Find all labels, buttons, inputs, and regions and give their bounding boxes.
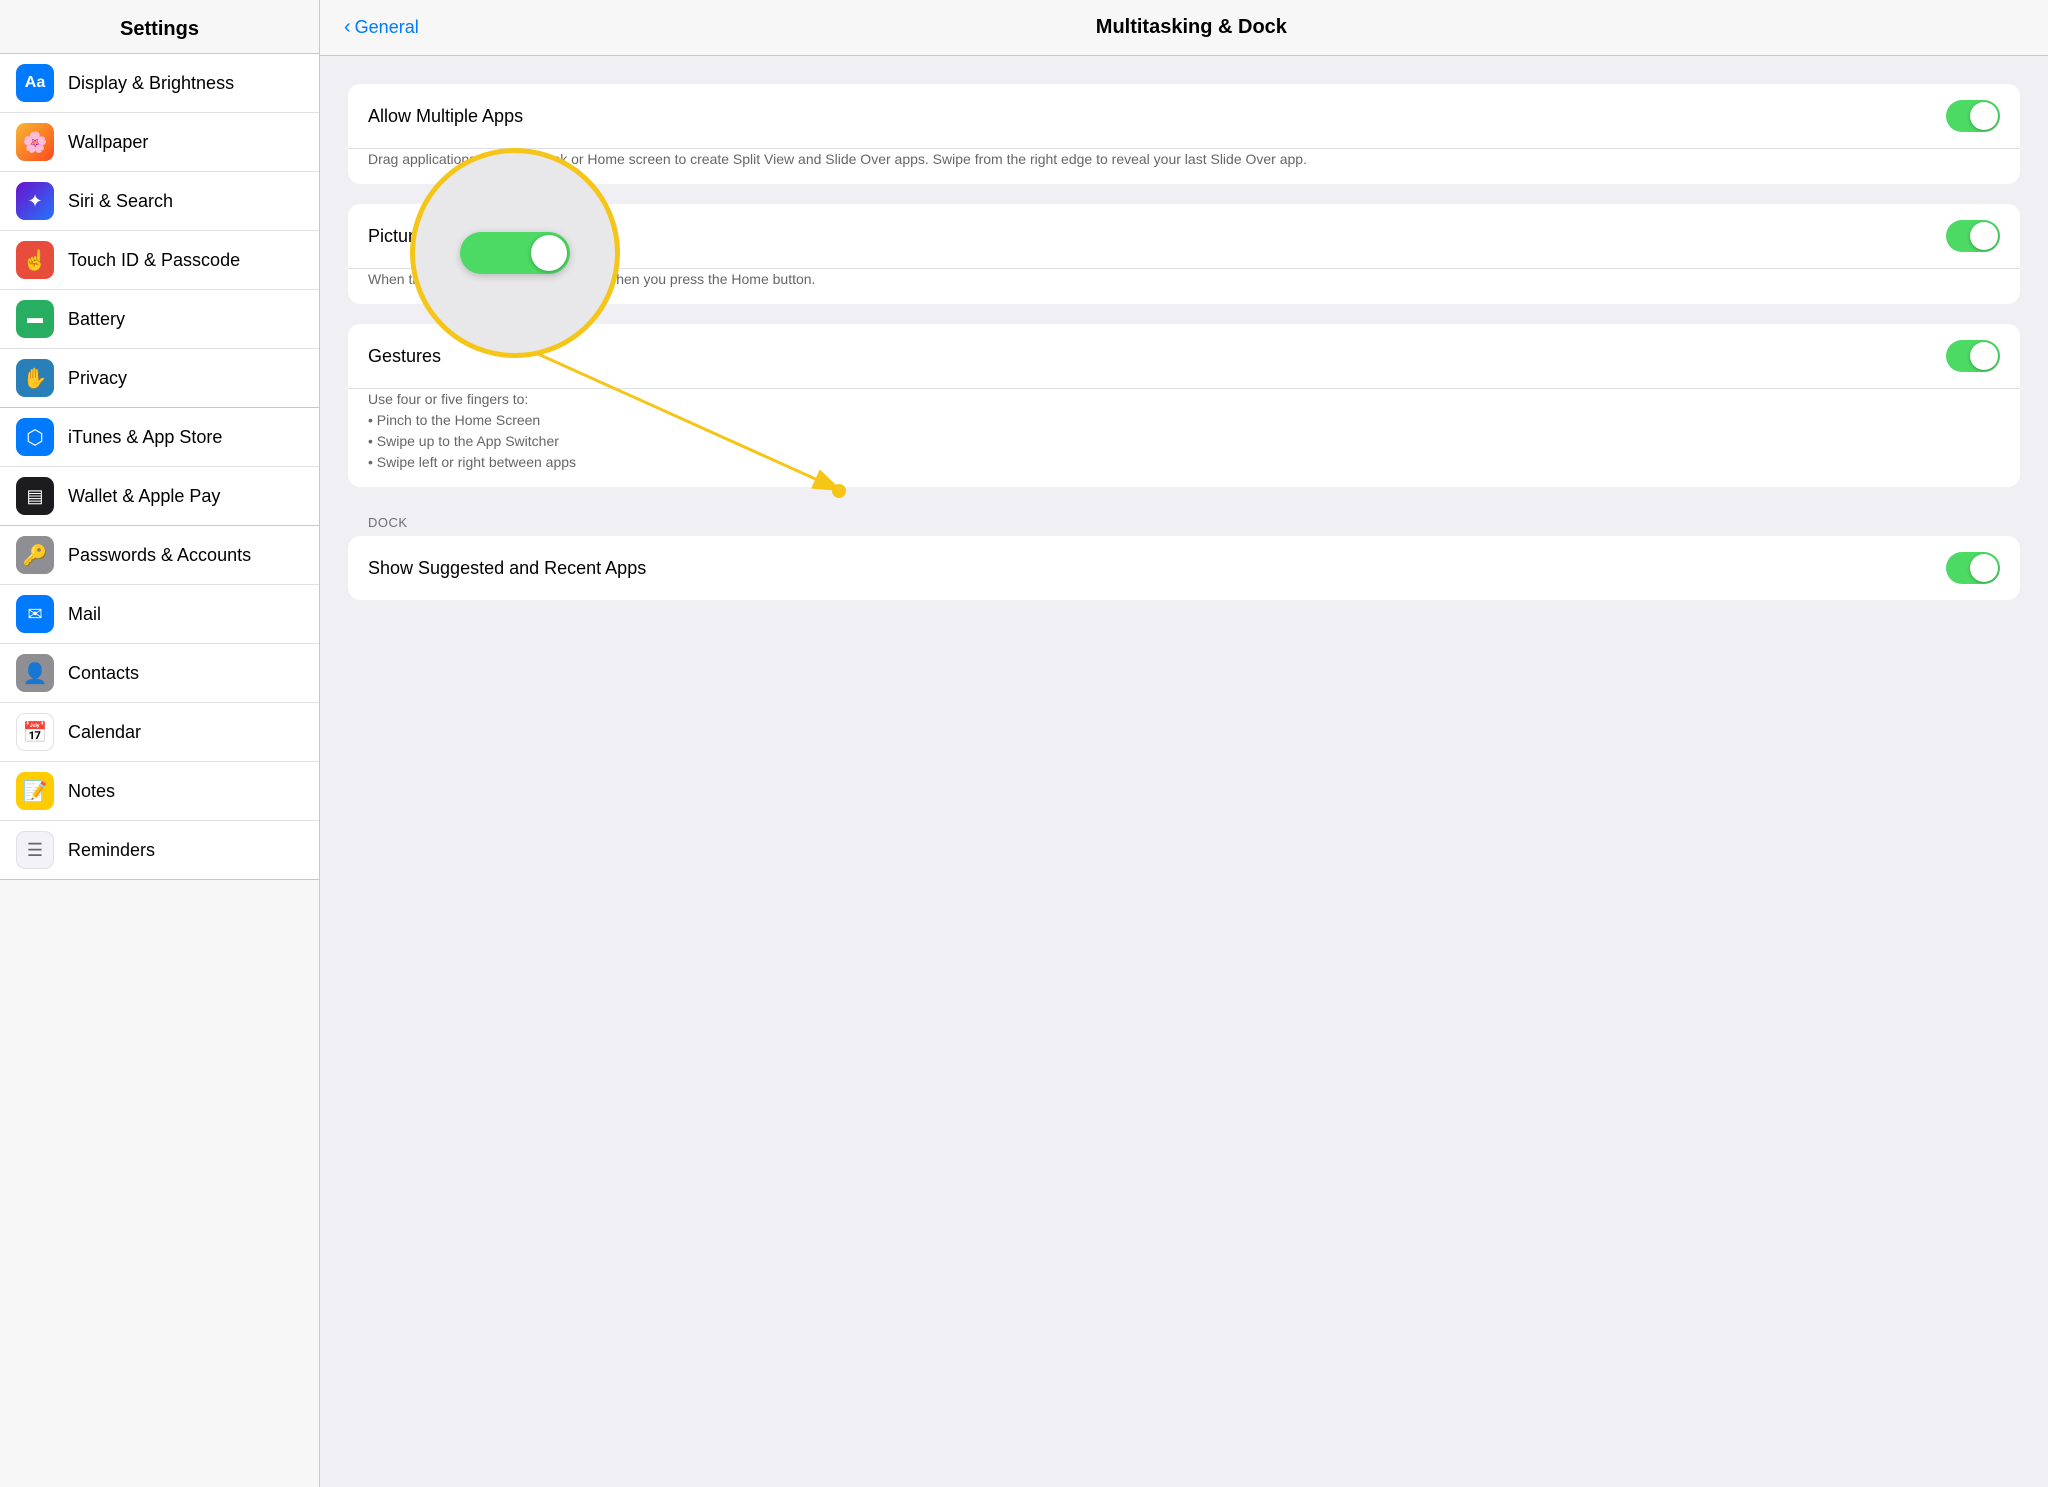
sidebar-item-label-wallpaper: Wallpaper	[68, 132, 148, 153]
suggested-recent-row: Show Suggested and Recent Apps	[348, 536, 2020, 600]
sidebar-item-label-contacts: Contacts	[68, 663, 139, 684]
reminders-icon: ☰	[16, 831, 54, 869]
suggested-recent-toggle-knob	[1970, 554, 1998, 582]
siri-search-icon: ✦	[16, 182, 54, 220]
sidebar-item-label-itunes: iTunes & App Store	[68, 427, 222, 448]
main-header: ‹ General Multitasking & Dock	[320, 0, 2048, 56]
picture-in-picture-desc: When this is on, videos will co… even wh…	[348, 269, 2020, 304]
settings-content: Allow Multiple Apps Drag applications fr…	[320, 56, 2048, 648]
suggested-recent-toggle[interactable]	[1946, 552, 2000, 584]
wallet-icon: ▤	[16, 477, 54, 515]
dock-section-header: DOCK	[348, 507, 2020, 536]
sidebar-item-display-brightness[interactable]: Aa Display & Brightness	[0, 54, 319, 113]
sidebar-group-2: ⬡ iTunes & App Store ▤ Wallet & Apple Pa…	[0, 408, 319, 526]
sidebar-item-label-siri-search: Siri & Search	[68, 191, 173, 212]
dock-card: Show Suggested and Recent Apps	[348, 536, 2020, 600]
wallpaper-icon: 🌸	[16, 123, 54, 161]
sidebar-group-1: Aa Display & Brightness 🌸 Wallpaper ✦ Si…	[0, 54, 319, 408]
picture-in-picture-label: Picture in Picture	[368, 226, 1946, 247]
calendar-icon: 📅	[16, 713, 54, 751]
allow-multiple-apps-toggle-knob	[1970, 102, 1998, 130]
picture-in-picture-toggle-knob	[1970, 222, 1998, 250]
allow-multiple-apps-label: Allow Multiple Apps	[368, 106, 1946, 127]
dock-section: DOCK Show Suggested and Recent Apps	[348, 507, 2020, 620]
allow-multiple-apps-desc: Drag applications from the Dock or Home …	[348, 149, 2020, 184]
suggested-recent-label: Show Suggested and Recent Apps	[368, 558, 1946, 579]
back-label: General	[355, 17, 419, 38]
main-panel: ‹ General Multitasking & Dock Allow Mult…	[320, 0, 2048, 1487]
sidebar-item-battery[interactable]: ▬ Battery	[0, 290, 319, 349]
battery-icon: ▬	[16, 300, 54, 338]
gestures-toggle[interactable]	[1946, 340, 2000, 372]
allow-multiple-apps-toggle[interactable]	[1946, 100, 2000, 132]
sidebar-title: Settings	[16, 18, 303, 41]
sidebar-item-wallpaper[interactable]: 🌸 Wallpaper	[0, 113, 319, 172]
sidebar-item-touch-id[interactable]: ☝ Touch ID & Passcode	[0, 231, 319, 290]
back-button[interactable]: ‹ General	[344, 16, 419, 39]
sidebar-item-label-passwords: Passwords & Accounts	[68, 545, 251, 566]
passwords-icon: 🔑	[16, 536, 54, 574]
privacy-icon: ✋	[16, 359, 54, 397]
sidebar-item-label-privacy: Privacy	[68, 368, 127, 389]
picture-in-picture-toggle[interactable]	[1946, 220, 2000, 252]
touch-id-icon: ☝	[16, 241, 54, 279]
sidebar-item-reminders[interactable]: ☰ Reminders	[0, 821, 319, 879]
page-title: Multitasking & Dock	[439, 16, 1944, 39]
itunes-icon: ⬡	[16, 418, 54, 456]
sidebar-header: Settings	[0, 0, 319, 54]
back-chevron-icon: ‹	[344, 16, 351, 39]
sidebar-item-label-wallet: Wallet & Apple Pay	[68, 486, 220, 507]
sidebar-item-siri-search[interactable]: ✦ Siri & Search	[0, 172, 319, 231]
sidebar-item-itunes[interactable]: ⬡ iTunes & App Store	[0, 408, 319, 467]
sidebar-item-label-calendar: Calendar	[68, 722, 141, 743]
sidebar-item-wallet[interactable]: ▤ Wallet & Apple Pay	[0, 467, 319, 525]
mail-icon: ✉	[16, 595, 54, 633]
sidebar-item-privacy[interactable]: ✋ Privacy	[0, 349, 319, 407]
sidebar: Settings Aa Display & Brightness 🌸 Wallp…	[0, 0, 320, 1487]
picture-in-picture-row: Picture in Picture	[348, 204, 2020, 269]
sidebar-item-label-reminders: Reminders	[68, 840, 155, 861]
gestures-row: Gestures	[348, 324, 2020, 389]
sidebar-group-3: 🔑 Passwords & Accounts ✉ Mail 👤 Contacts…	[0, 526, 319, 880]
contacts-icon: 👤	[16, 654, 54, 692]
sidebar-item-label-battery: Battery	[68, 309, 125, 330]
gestures-desc: Use four or five fingers to: • Pinch to …	[348, 389, 2020, 487]
sidebar-item-mail[interactable]: ✉ Mail	[0, 585, 319, 644]
picture-in-picture-card: Picture in Picture When this is on, vide…	[348, 204, 2020, 304]
sidebar-item-passwords[interactable]: 🔑 Passwords & Accounts	[0, 526, 319, 585]
display-brightness-icon: Aa	[16, 64, 54, 102]
sidebar-item-label-mail: Mail	[68, 604, 101, 625]
sidebar-item-calendar[interactable]: 📅 Calendar	[0, 703, 319, 762]
sidebar-item-notes[interactable]: 📝 Notes	[0, 762, 319, 821]
allow-multiple-apps-card: Allow Multiple Apps Drag applications fr…	[348, 84, 2020, 184]
gestures-label: Gestures	[368, 346, 1946, 367]
allow-multiple-apps-row: Allow Multiple Apps	[348, 84, 2020, 149]
notes-icon: 📝	[16, 772, 54, 810]
sidebar-item-label-touch-id: Touch ID & Passcode	[68, 250, 240, 271]
gestures-toggle-knob	[1970, 342, 1998, 370]
sidebar-item-label-notes: Notes	[68, 781, 115, 802]
sidebar-item-label-display-brightness: Display & Brightness	[68, 73, 234, 94]
gestures-card: Gestures Use four or five fingers to: • …	[348, 324, 2020, 487]
sidebar-item-contacts[interactable]: 👤 Contacts	[0, 644, 319, 703]
